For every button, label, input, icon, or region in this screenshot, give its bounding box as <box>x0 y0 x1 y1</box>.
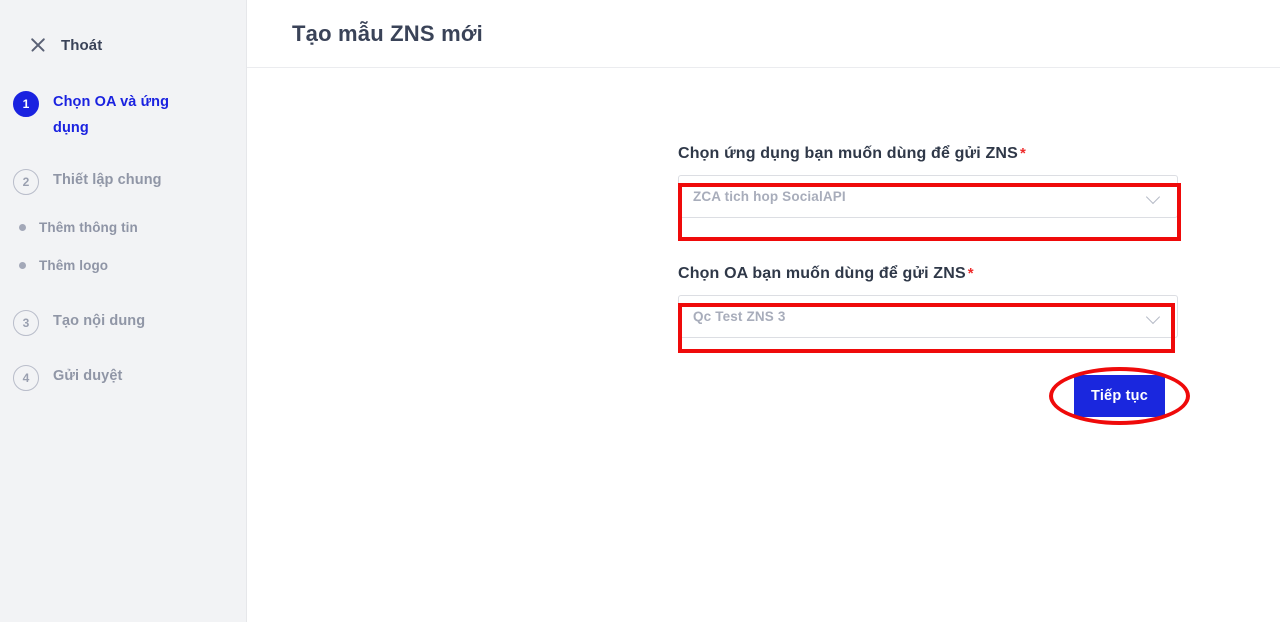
main-content: Tạo mẫu ZNS mới Chọn ứng dụng bạn muốn d… <box>247 0 1280 622</box>
oa-select-field: Chọn OA bạn muốn dùng để gửi ZNS * Qc Tes… <box>678 265 1178 338</box>
close-icon <box>28 35 48 55</box>
substep-label: Thêm thông tin <box>39 220 138 236</box>
page-title: Tạo mẫu ZNS mới <box>292 20 483 46</box>
app-select-label: Chọn ứng dụng bạn muốn dùng để gửi ZNS * <box>678 145 1178 163</box>
app-select-field: Chọn ứng dụng bạn muốn dùng để gửi ZNS * … <box>678 145 1178 218</box>
oa-select-label: Chọn OA bạn muốn dùng để gửi ZNS * <box>678 265 1178 283</box>
continue-button[interactable]: Tiếp tục <box>1074 375 1165 417</box>
sidebar-step-3[interactable]: 3 Tạo nội dung <box>0 309 247 336</box>
exit-label: Thoát <box>61 36 103 54</box>
oa-select-value: Qc Test ZNS 3 <box>693 309 786 324</box>
step-4-badge: 4 <box>13 364 39 391</box>
step-3-label: Tạo nội dung <box>53 312 146 329</box>
sidebar-step-1[interactable]: 1 Chọn OA và ứng dụng <box>0 90 247 142</box>
step-1-label: Chọn OA và ứng dụng <box>53 94 170 136</box>
chevron-down-icon[interactable] <box>1147 310 1161 324</box>
oa-select-wrap: Qc Test ZNS 3 <box>678 295 1178 338</box>
wizard-steps: 1 Chọn OA và ứng dụng 2 Thiết lập chung … <box>0 68 247 391</box>
bullet-icon <box>19 262 26 270</box>
step-1-badge: 1 <box>13 91 39 117</box>
bullet-icon <box>19 224 26 232</box>
sidebar-step-4[interactable]: 4 Gửi duyệt <box>0 364 247 391</box>
substep-them-thong-tin[interactable]: Thêm thông tin <box>0 209 247 247</box>
exit-button[interactable]: Thoát <box>0 0 247 68</box>
app-select-value: ZCA tich hop SocialAPI <box>693 189 846 204</box>
substep-them-logo[interactable]: Thêm logo <box>0 247 247 285</box>
step-2-substeps: Thêm thông tin Thêm logo <box>0 209 247 285</box>
oa-select-label-text: Chọn OA bạn muốn dùng để gửi ZNS <box>678 265 966 282</box>
step-2-badge: 2 <box>13 168 39 195</box>
sidebar-step-2[interactable]: 2 Thiết lập chung <box>0 168 247 195</box>
app-select-label-text: Chọn ứng dụng bạn muốn dùng để gửi ZNS <box>678 145 1018 162</box>
zns-template-wizard: Thoát 1 Chọn OA và ứng dụng 2 Thiết lập … <box>0 0 1280 622</box>
wizard-sidebar: Thoát 1 Chọn OA và ứng dụng 2 Thiết lập … <box>0 0 247 622</box>
required-asterisk: * <box>967 265 974 282</box>
step-2-label: Thiết lập chung <box>53 171 162 188</box>
substep-label: Thêm logo <box>39 258 109 274</box>
chevron-down-icon[interactable] <box>1147 190 1161 204</box>
page-header: Tạo mẫu ZNS mới <box>247 0 1280 68</box>
app-select-wrap: ZCA tich hop SocialAPI <box>678 175 1178 218</box>
step-3-badge: 3 <box>13 309 39 336</box>
app-select-input[interactable]: ZCA tich hop SocialAPI <box>678 175 1178 218</box>
required-asterisk: * <box>1019 145 1026 162</box>
oa-select-input[interactable]: Qc Test ZNS 3 <box>678 295 1178 338</box>
step-4-label: Gửi duyệt <box>53 367 123 384</box>
